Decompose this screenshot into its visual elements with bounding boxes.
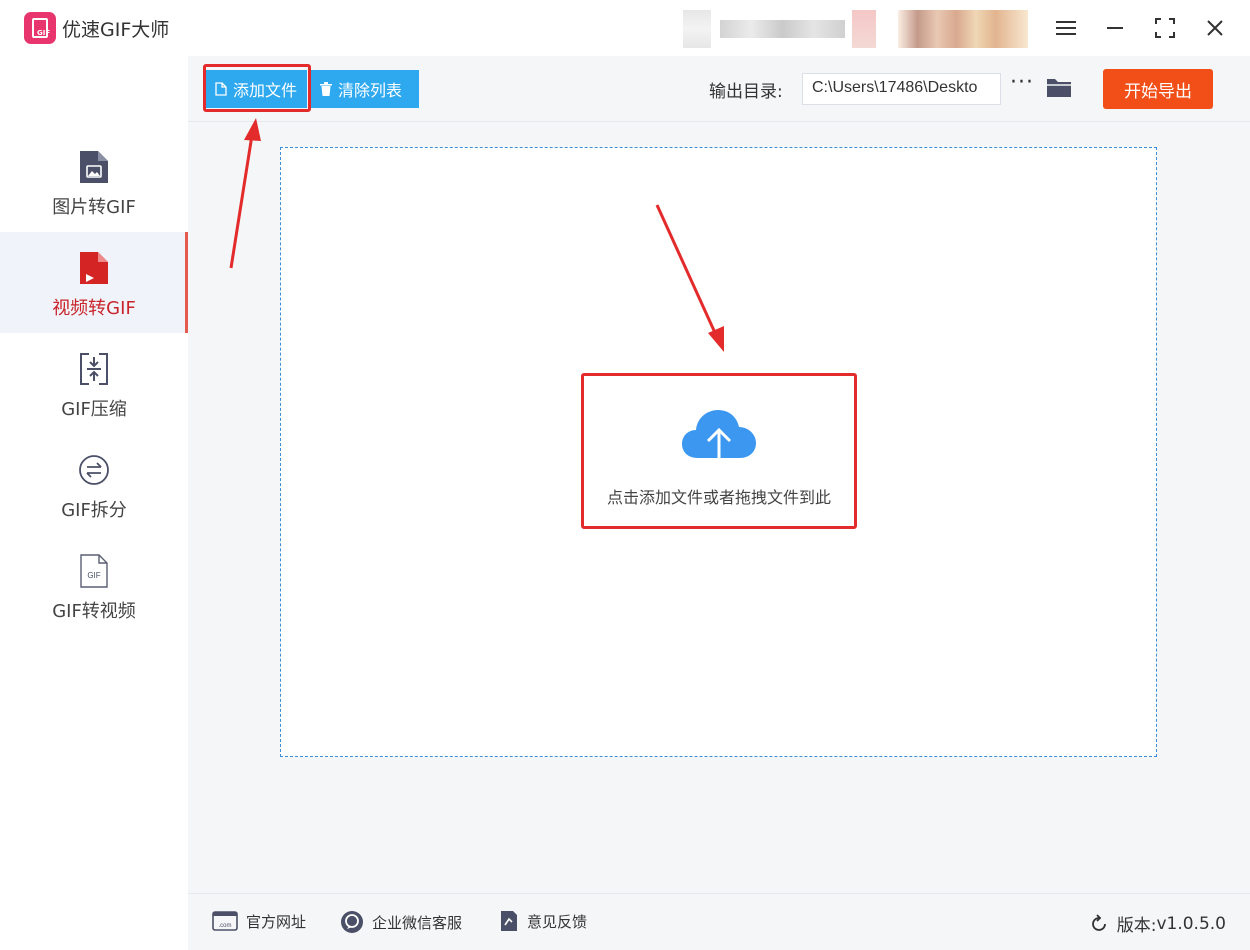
clear-list-button[interactable]: 清除列表 [310, 70, 419, 108]
website-icon: .com [212, 911, 238, 931]
sidebar-item-label: 视频转GIF [52, 298, 136, 319]
video-file-icon [80, 252, 108, 284]
main-area: 添加文件 清除列表 输出目录: C:\Users\17486\Deskto ··… [188, 56, 1250, 893]
sidebar-item-video-to-gif[interactable]: 视频转GIF [0, 232, 188, 333]
gif-file-icon: GIF [80, 554, 108, 588]
feedback-icon [501, 911, 517, 931]
sidebar-item-label: 图片转GIF [52, 197, 136, 218]
minimize-icon [1107, 27, 1123, 29]
start-export-button[interactable]: 开始导出 [1103, 69, 1213, 109]
maximize-button[interactable] [1151, 14, 1179, 42]
menu-button[interactable] [1052, 14, 1080, 42]
website-icon-text: .com [218, 923, 231, 929]
sidebar: 图片转GIF 视频转GIF GIF压缩 GIF拆分 GIF GIF转视频 [0, 56, 188, 950]
version-info[interactable]: 版本: v1.0.5.0 [1089, 911, 1226, 936]
website-label: 官方网址 [246, 912, 307, 931]
highlight-box-add-file [203, 64, 311, 112]
app-logo-text: GIF [37, 29, 51, 37]
wechat-label: 企业微信客服 [372, 913, 463, 932]
sidebar-item-label: GIF转视频 [52, 601, 136, 622]
maximize-icon [1155, 18, 1175, 38]
minimize-button[interactable] [1101, 14, 1129, 42]
version-value: v1.0.5.0 [1156, 913, 1226, 934]
trash-icon [320, 82, 332, 96]
output-dir-field[interactable]: C:\Users\17486\Deskto [802, 73, 1001, 105]
wechat-support-link[interactable]: 企业微信客服 [340, 910, 462, 934]
title-bar: GIF 优速GIF大师 [0, 0, 1250, 56]
split-icon [79, 455, 109, 485]
sidebar-item-gif-compress[interactable]: GIF压缩 [0, 333, 188, 434]
sidebar-item-image-to-gif[interactable]: 图片转GIF [0, 131, 188, 232]
close-icon [1207, 20, 1223, 36]
output-dir-label: 输出目录: [709, 82, 783, 102]
sidebar-item-gif-to-video[interactable]: GIF GIF转视频 [0, 535, 188, 636]
official-website-link[interactable]: .com 官方网址 [212, 910, 306, 932]
gif-file-icon-text: GIF [87, 571, 100, 580]
sidebar-item-gif-split[interactable]: GIF拆分 [0, 434, 188, 535]
sidebar-item-label: GIF压缩 [61, 399, 127, 420]
drop-hint-text: 点击添加文件或者拖拽文件到此 [606, 488, 831, 507]
more-options-button[interactable]: ··· [1010, 70, 1034, 95]
app-logo: GIF [24, 12, 56, 44]
menu-icon [1056, 21, 1076, 35]
footer: .com 官方网址 企业微信客服 意见反馈 版本: v1.0.5.0 [188, 893, 1250, 950]
cloud-upload-icon [682, 410, 756, 468]
folder-icon[interactable] [1046, 76, 1072, 98]
close-button[interactable] [1201, 14, 1229, 42]
file-drop-zone[interactable]: 点击添加文件或者拖拽文件到此 [280, 147, 1157, 757]
feedback-label: 意见反馈 [527, 912, 588, 931]
refresh-icon [1091, 913, 1106, 931]
version-label: 版本: [1116, 916, 1157, 936]
app-title: 优速GIF大师 [62, 19, 170, 41]
upload-area[interactable]: 点击添加文件或者拖拽文件到此 [581, 373, 857, 529]
compress-icon [80, 353, 108, 385]
clear-list-label: 清除列表 [338, 81, 403, 100]
wechat-icon [341, 911, 363, 933]
feedback-link[interactable]: 意见反馈 [499, 910, 587, 932]
sidebar-item-label: GIF拆分 [61, 500, 127, 521]
toolbar: 添加文件 清除列表 输出目录: C:\Users\17486\Deskto ··… [188, 56, 1250, 122]
image-file-icon [80, 151, 108, 183]
